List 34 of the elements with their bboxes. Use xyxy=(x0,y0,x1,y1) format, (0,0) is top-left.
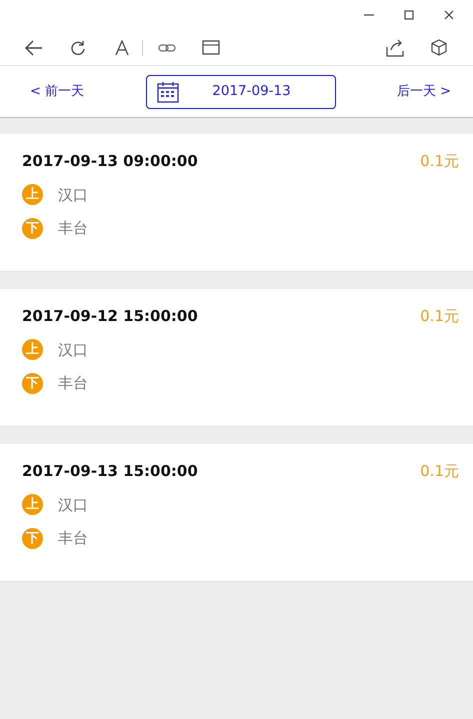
calendar-icon xyxy=(156,80,178,102)
departure-time: 2017-09-13 15:00:00 xyxy=(22,461,198,482)
previous-day-link[interactable]: < 前一天 xyxy=(30,82,84,102)
next-day-link[interactable]: 后一天 > xyxy=(396,82,451,102)
departure-time: 2017-09-12 15:00:00 xyxy=(22,306,198,327)
station-name: 丰台 xyxy=(58,373,88,394)
station-name: 汉口 xyxy=(58,494,88,516)
maximize-icon xyxy=(404,10,414,20)
stop-type-badge: 上 xyxy=(22,339,43,360)
station-name: 丰台 xyxy=(58,528,88,549)
station-name: 丰台 xyxy=(58,218,88,239)
stop-type-badge: 下 xyxy=(22,372,43,394)
letter-a-icon xyxy=(115,40,129,56)
share-icon xyxy=(386,38,404,56)
station-name: 汉口 xyxy=(58,184,88,206)
trip-card[interactable]: 2017-09-12 15:00:00 0.1元 上 汉口 下 丰台 xyxy=(0,289,473,427)
refresh-icon xyxy=(70,40,86,56)
date-field[interactable]: 2017-09-13 xyxy=(146,74,336,108)
stop-type-badge: 上 xyxy=(22,184,43,206)
close-icon xyxy=(444,10,454,20)
stop-type-badge: 下 xyxy=(22,218,43,239)
price: 0.1元 xyxy=(420,151,459,172)
price: 0.1元 xyxy=(420,461,459,482)
back-arrow-icon xyxy=(25,40,43,56)
departure-time: 2017-09-13 09:00:00 xyxy=(22,151,198,172)
station-name: 汉口 xyxy=(58,340,88,360)
trip-card[interactable]: 2017-09-13 09:00:00 0.1元 上 汉口 下 丰台 xyxy=(0,134,473,272)
link-icon xyxy=(158,42,176,52)
stop-type-badge: 上 xyxy=(22,494,43,516)
cube-icon xyxy=(431,39,447,56)
price: 0.1元 xyxy=(420,306,459,327)
stop-type-badge: 下 xyxy=(22,528,43,549)
trip-card[interactable]: 2017-09-13 15:00:00 0.1元 上 汉口 下 丰台 xyxy=(0,444,473,582)
window-icon xyxy=(202,40,220,55)
